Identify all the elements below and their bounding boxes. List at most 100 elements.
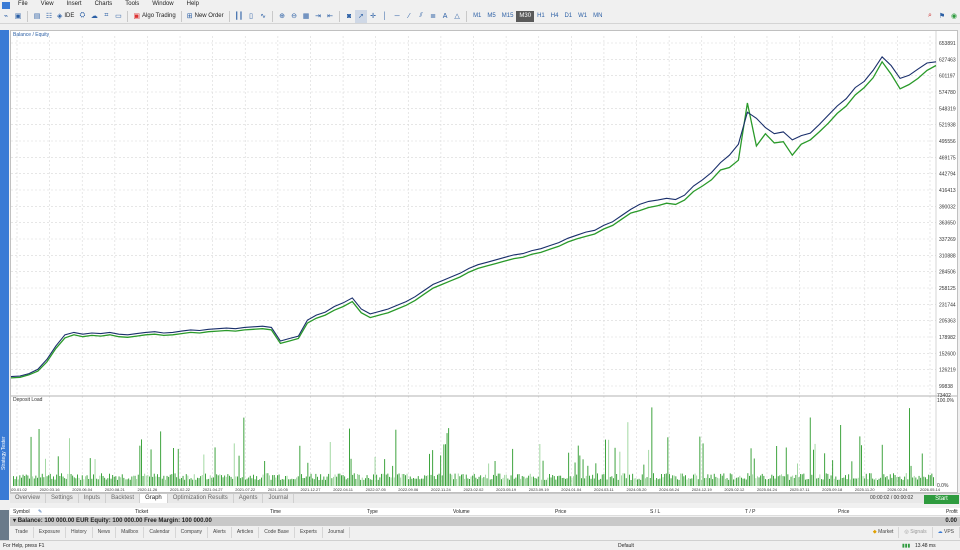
vertical-line-icon[interactable]: │ (379, 10, 391, 23)
grid-icon[interactable]: ▦ (300, 10, 312, 23)
tab-calendar[interactable]: Calendar (144, 527, 176, 538)
new-chart-icon[interactable]: ▣ (12, 10, 24, 23)
deposit-load-bar (752, 474, 754, 486)
tab-code-base[interactable]: Code Base (259, 527, 295, 538)
ide-icon[interactable]: ◈ IDE (55, 10, 76, 23)
deposit-load-bar (584, 478, 586, 486)
col-type[interactable]: Type (367, 509, 378, 515)
tab-alerts[interactable]: Alerts (208, 527, 232, 538)
deposit-load-bar (573, 476, 574, 486)
deposit-load-bar (633, 478, 635, 486)
deposit-load-bar (669, 474, 670, 486)
shapes-icon[interactable]: △ (451, 10, 463, 23)
strategy-tester-side-tab[interactable]: Strategy Tester (0, 30, 9, 500)
deposit-load-bar (627, 422, 629, 486)
timeframe-m15[interactable]: M15 (499, 11, 517, 22)
col-symbol[interactable]: Symbol (13, 509, 30, 515)
zoom-out-icon[interactable]: ⊖ (288, 10, 300, 23)
cursor-icon[interactable]: ➚ (355, 9, 368, 23)
menu-view[interactable]: View (36, 0, 62, 9)
start-button[interactable]: Start (924, 495, 959, 504)
tab-journal-bottom[interactable]: Journal (323, 527, 351, 538)
vps-link[interactable]: ☁ VPS (933, 527, 960, 538)
crosshair-icon[interactable]: ✛ (367, 10, 379, 23)
col-volume[interactable]: Volume (453, 509, 470, 515)
account-icon[interactable]: ◉ (948, 10, 960, 23)
col-price[interactable]: Price (555, 509, 566, 515)
menu-file[interactable]: File (13, 0, 36, 9)
screenshot-icon[interactable]: ◙ (343, 10, 355, 23)
market-link[interactable]: ◆ Market (868, 527, 900, 538)
new-order-button[interactable]: ⊞ New Order (185, 10, 226, 23)
tab-optimization-results[interactable]: Optimization Results (168, 494, 234, 503)
timeframe-m1[interactable]: M1 (470, 11, 484, 22)
signals-link[interactable]: ◎ Signals (899, 527, 933, 538)
navigator-icon[interactable]: ⛭ (76, 10, 88, 23)
chart-shift-icon[interactable]: ⇤ (324, 10, 336, 23)
timeframe-mn[interactable]: MN (590, 11, 605, 22)
menu-tools[interactable]: Tools (120, 0, 147, 9)
timeframe-w1[interactable]: W1 (575, 11, 590, 22)
tab-articles[interactable]: Articles (232, 527, 260, 538)
tab-backtest[interactable]: Backtest (106, 494, 141, 503)
menu-charts[interactable]: Charts (90, 0, 121, 9)
terminal-icon[interactable]: ▭ (112, 10, 124, 23)
tab-graph[interactable]: Graph (140, 494, 168, 503)
deposit-load-bar (865, 473, 867, 486)
tab-news[interactable]: News (93, 527, 117, 538)
candlestick-icon[interactable]: ▯ (245, 10, 257, 23)
deposit-load-bar (225, 476, 227, 486)
deposit-load-bar (595, 463, 597, 486)
menu-window[interactable]: Window (147, 0, 181, 9)
tab-agents[interactable]: Agents (234, 494, 264, 503)
col-profit[interactable]: Profit (946, 509, 958, 515)
col-ticket[interactable]: Ticket (135, 509, 148, 515)
tab-inputs[interactable]: Inputs (79, 494, 107, 503)
col-sl[interactable]: S / L (650, 509, 660, 515)
tab-settings[interactable]: Settings (46, 494, 79, 503)
autoscroll-icon[interactable]: ⇥ (312, 10, 324, 23)
col-time[interactable]: Time (270, 509, 281, 515)
zoom-in-icon[interactable]: ⊕ (276, 10, 288, 23)
horizontal-line-icon[interactable]: ─ (391, 10, 403, 23)
deposit-load-bar (707, 474, 709, 486)
text-icon[interactable]: A (439, 10, 451, 23)
tab-overview[interactable]: Overview (10, 494, 47, 503)
market-watch-icon[interactable]: ☷ (43, 10, 55, 23)
fibonacci-icon[interactable]: ≣ (427, 10, 439, 23)
channel-icon[interactable]: ⫽ (415, 10, 427, 23)
search-icon[interactable]: ⌕ (924, 10, 936, 23)
menu-insert[interactable]: Insert (62, 0, 90, 9)
tab-mailbox[interactable]: Mailbox (116, 527, 145, 538)
deposit-load-bar (331, 478, 333, 486)
tab-experts[interactable]: Experts (295, 527, 323, 538)
deposit-load-bar (701, 479, 702, 486)
strategy-tester-icon[interactable]: ⌗ (100, 10, 112, 23)
timeframe-d1[interactable]: D1 (561, 11, 575, 22)
data-window-icon[interactable]: ☁ (88, 10, 100, 23)
tab-journal[interactable]: Journal (263, 494, 295, 503)
timeframe-m5[interactable]: M5 (484, 11, 498, 22)
tab-history[interactable]: History (66, 527, 93, 538)
tab-trade[interactable]: Trade (10, 527, 34, 538)
deposit-load-bar (571, 477, 573, 486)
toolbox-side-tab[interactable] (0, 510, 9, 540)
notification-icon[interactable]: ⚑ (936, 10, 948, 23)
timeframe-h1[interactable]: H1 (534, 11, 548, 22)
bar-chart-icon[interactable]: ┃┃ (233, 10, 245, 23)
col-tp[interactable]: T / P (745, 509, 755, 515)
profiles-icon[interactable]: ▤ (31, 10, 43, 23)
timeframe-m30[interactable]: M30 (516, 10, 535, 22)
timeframe-h4[interactable]: H4 (548, 11, 562, 22)
tab-exposure[interactable]: Exposure (34, 527, 67, 538)
tab-company[interactable]: Company (176, 527, 209, 538)
chart-type-icon[interactable]: ⌁ (0, 10, 12, 23)
trendline-icon[interactable]: ⁄ (403, 10, 415, 23)
edit-icon[interactable]: ✎ (38, 509, 42, 515)
col-price-current[interactable]: Price (838, 509, 849, 515)
deposit-load-bar (211, 477, 213, 486)
line-chart-icon[interactable]: ∿ (257, 10, 269, 23)
deposit-load-bar (776, 446, 778, 486)
algo-trading-button[interactable]: ▣ Algo Trading (131, 10, 177, 23)
menu-help[interactable]: Help (182, 0, 207, 9)
